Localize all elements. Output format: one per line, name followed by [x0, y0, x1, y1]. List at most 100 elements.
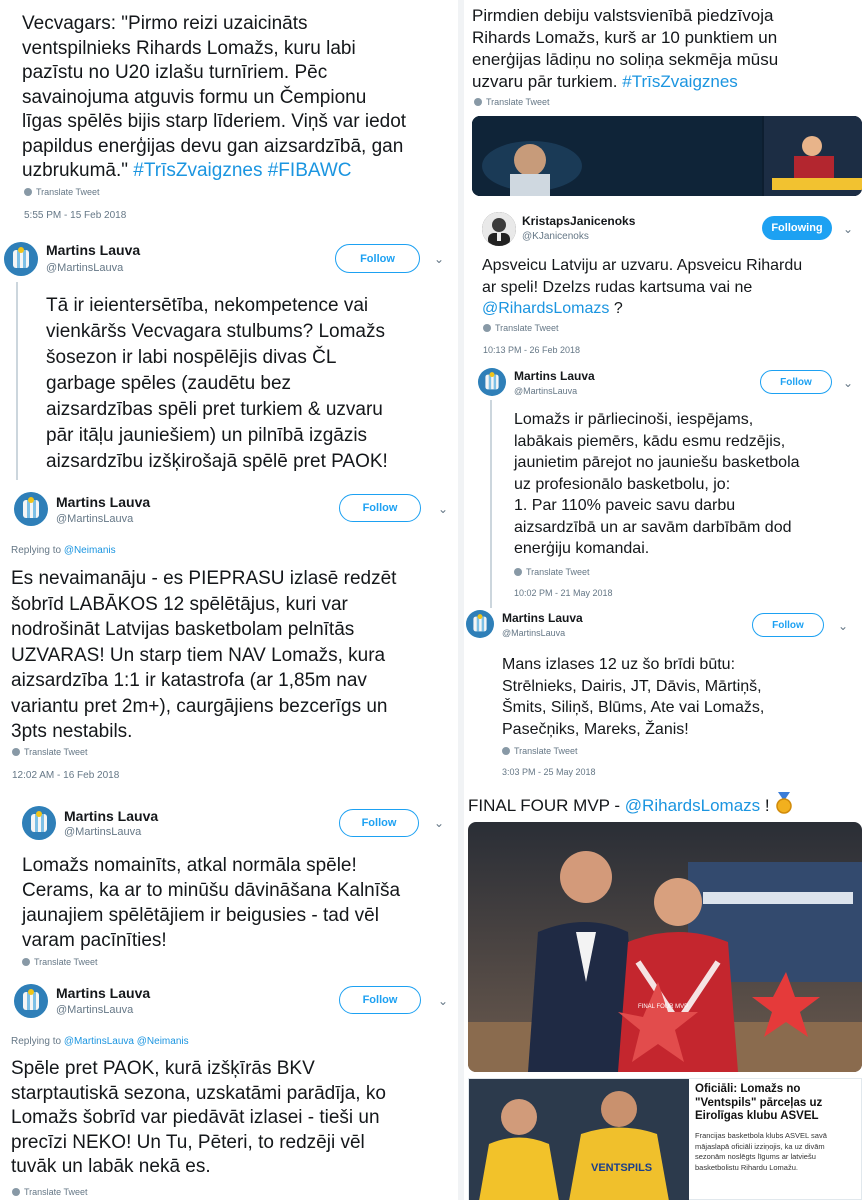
tweet-timestamp[interactable]: 10:13 PM - 26 Feb 2018	[483, 345, 580, 355]
team-logo-icon	[4, 242, 38, 276]
news-body-line: basketbolistu Rihardu Lomažu.	[695, 1162, 798, 1172]
translate-tweet-link[interactable]: Translate Tweet	[24, 187, 100, 197]
follow-button[interactable]: Follow	[760, 370, 832, 394]
mention-link[interactable]: @Neimanis	[64, 545, 116, 556]
tweet-media-photo[interactable]: FINAL FOUR MVP	[468, 822, 862, 1072]
user-name[interactable]: Martins Lauva	[64, 808, 158, 824]
globe-icon	[12, 1188, 20, 1196]
mention-link[interactable]: @MartinsLauva @Neimanis	[64, 1036, 189, 1047]
team-logo-icon	[478, 368, 506, 396]
jersey-text: VENTSPILS	[591, 1162, 652, 1174]
user-handle[interactable]: @MartinsLauva	[502, 628, 565, 638]
avatar[interactable]	[14, 492, 48, 526]
tweet-media-photo[interactable]	[472, 116, 862, 196]
user-name[interactable]: Martins Lauva	[502, 611, 583, 625]
translate-tweet-link[interactable]: Translate Tweet	[474, 97, 550, 107]
avatar[interactable]	[14, 984, 48, 1018]
tweet-text: Apsveicu Latviju ar uzvaru. Apsveicu Rih…	[482, 255, 862, 320]
follow-button[interactable]: Follow	[339, 986, 421, 1014]
mention-link[interactable]: @RihardsLomazs	[482, 300, 609, 317]
chevron-down-icon[interactable]: ⌄	[438, 502, 448, 516]
tweet-line: uz profesionālo basketbolu, jo:	[514, 475, 731, 493]
avatar[interactable]	[466, 610, 494, 638]
follow-button[interactable]: Follow	[339, 494, 421, 522]
chevron-down-icon[interactable]: ⌄	[434, 252, 444, 266]
user-handle[interactable]: @MartinsLauva	[514, 386, 577, 396]
replying-to: Replying to @Neimanis	[11, 545, 116, 556]
avatar[interactable]	[22, 806, 56, 840]
tweet-line: Lomažs nomainīts, atkal normāla spēle!	[22, 855, 357, 876]
tweet-timestamp[interactable]: 3:03 PM - 25 May 2018	[502, 767, 596, 777]
tweet-line: UZVARAS! Un starp tiem NAV Lomažs, kura	[11, 644, 386, 666]
tweet-line: starptautiskā sezona, uzskatāmi parādīja…	[11, 1082, 386, 1104]
team-logo-icon	[14, 984, 48, 1018]
tweet-text: Spēle pret PAOK, kurā izšķīrās BKV starp…	[11, 1057, 451, 1180]
user-handle[interactable]: @KJanicenoks	[522, 231, 589, 242]
user-name[interactable]: Martins Lauva	[56, 494, 150, 510]
tweet-timestamp[interactable]: 5:55 PM - 15 Feb 2018	[24, 210, 126, 221]
user-handle[interactable]: @MartinsLauva	[46, 262, 123, 274]
translate-tweet-link[interactable]: Translate Tweet	[12, 1187, 88, 1197]
chevron-down-icon[interactable]: ⌄	[843, 222, 853, 236]
tweet-line: tuvāk un labāk nekā es.	[11, 1156, 211, 1177]
chevron-down-icon[interactable]: ⌄	[838, 619, 848, 633]
user-name[interactable]: Martins Lauva	[46, 242, 140, 258]
avatar[interactable]	[4, 242, 38, 276]
mention-link[interactable]: @RihardsLomazs	[625, 796, 760, 815]
follow-button[interactable]: Follow	[752, 613, 824, 637]
globe-icon	[474, 98, 482, 106]
tweet-line: līgas spēlēs bijis starp līderiem. Viņš …	[22, 111, 407, 132]
news-body-line: sezonām noslēgts līgums ar latviešu	[695, 1152, 816, 1161]
globe-icon	[24, 188, 32, 196]
medal-icon	[774, 792, 794, 820]
tweet-timestamp[interactable]: 12:02 AM - 16 Feb 2018	[12, 770, 119, 781]
tweet-text: Mans izlases 12 uz šo brīdi būtu: Strēln…	[502, 654, 862, 740]
translate-tweet-link[interactable]: Translate Tweet	[502, 746, 578, 756]
user-name[interactable]: KristapsJanicenoks	[522, 214, 635, 228]
tweet-line: Pasečņiks, Mareks, Žanis!	[502, 720, 689, 738]
tweet-line: savainojuma atguvis formu un Čempionu	[22, 86, 367, 108]
tweet-line: nodrošināt Latvijas basketbolam pelnītās	[11, 619, 355, 640]
tweet-line: ar speli! Dzelzs rudas kartsuma vai ne	[482, 278, 753, 296]
tweet-text: Tā ir ieientersētība, nekompetence vai v…	[46, 293, 446, 475]
tweet-line: jaunajiem spēlētājiem ir beigusies - tad…	[22, 905, 379, 926]
user-handle[interactable]: @MartinsLauva	[64, 826, 141, 838]
chevron-down-icon[interactable]: ⌄	[434, 816, 444, 830]
user-handle[interactable]: @MartinsLauva	[56, 1004, 133, 1016]
tweet-line: variantu pret 2m+), caurgājiens bezcerīg…	[11, 695, 388, 717]
chevron-down-icon[interactable]: ⌄	[843, 376, 853, 390]
players-photo: VENTSPILS	[469, 1079, 689, 1200]
hashtag-link[interactable]: #TrīsZvaigznes #FIBAWC	[133, 160, 351, 181]
tweet-text: FINAL FOUR MVP - @RihardsLomazs !	[468, 792, 862, 820]
tweet-line: Mans izlases 12 uz šo brīdi būtu:	[502, 656, 736, 673]
tweet-line: garbage spēles (zaudētu bez	[46, 373, 292, 394]
tweet-line: ventspilnieks Rihards Lomažs, kuru labi	[22, 37, 356, 59]
tweet-line: Lomažs šobrīd var piedāvāt izlasei - tie…	[11, 1107, 380, 1128]
user-handle[interactable]: @MartinsLauva	[56, 513, 133, 525]
avatar[interactable]	[478, 368, 506, 396]
hashtag-link[interactable]: #TrīsZvaigznes	[622, 72, 738, 91]
translate-tweet-link[interactable]: Translate Tweet	[514, 567, 590, 577]
news-card[interactable]: VENTSPILS Oficiāli: Lomažs no "Ventspils…	[468, 1078, 862, 1200]
globe-icon	[22, 958, 30, 966]
user-name[interactable]: Martins Lauva	[514, 369, 595, 383]
user-name[interactable]: Martins Lauva	[56, 985, 150, 1001]
translate-tweet-link[interactable]: Translate Tweet	[12, 747, 88, 757]
chevron-down-icon[interactable]: ⌄	[438, 994, 448, 1008]
tweet-line: šobrīd LABĀKOS 12 spēlētājus, kuri var	[11, 593, 348, 615]
tweet-line: uzbrukumā." #TrīsZvaigznes #FIBAWC	[22, 160, 352, 181]
photo-banner-text: FINAL FOUR MVP	[638, 1004, 688, 1010]
news-title[interactable]: Oficiāli: Lomažs no "Ventspils" pārceļas…	[695, 1083, 861, 1124]
follow-button[interactable]: Follow	[339, 809, 419, 837]
translate-tweet-link[interactable]: Translate Tweet	[22, 957, 98, 967]
tweet-vecvagars-text: Vecvagars: "Pirmo reizi uzaicināts vents…	[22, 12, 442, 184]
news-card-photo: VENTSPILS	[469, 1079, 689, 1200]
translate-tweet-link[interactable]: Translate Tweet	[483, 323, 559, 333]
following-button[interactable]: Following	[762, 216, 832, 240]
tweet-line: Apsveicu Latviju ar uzvaru. Apsveicu Rih…	[482, 257, 803, 274]
tweet-line: uzvaru pār turkiem. #TrīsZvaigznes	[472, 72, 738, 91]
basketball-game-photo	[472, 116, 862, 196]
avatar[interactable]	[482, 212, 516, 246]
follow-button[interactable]: Follow	[335, 244, 420, 273]
tweet-timestamp[interactable]: 10:02 PM - 21 May 2018	[514, 588, 613, 598]
